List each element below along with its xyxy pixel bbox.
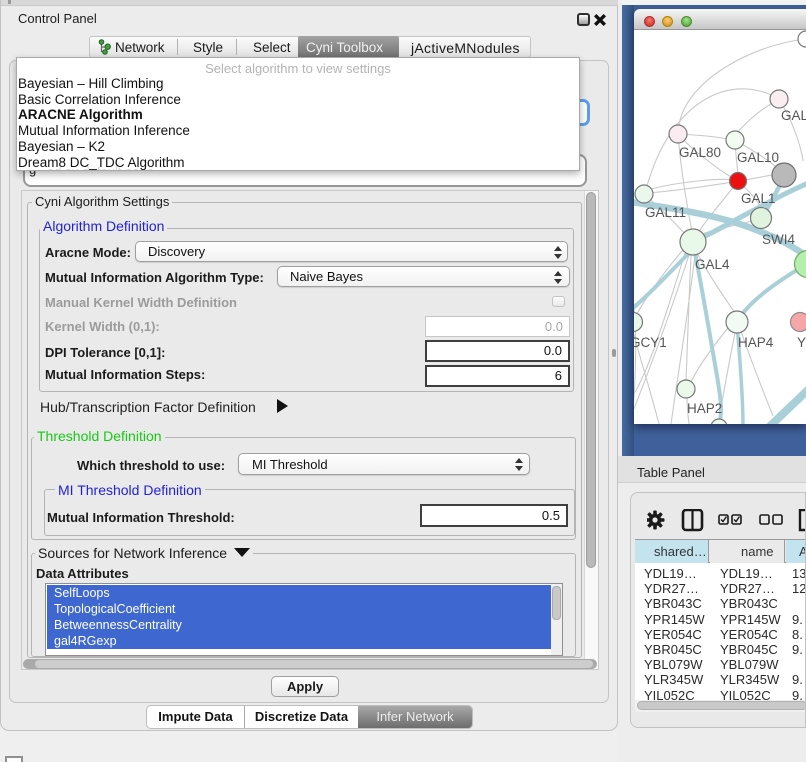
svg-text:SWI4: SWI4 — [762, 232, 795, 247]
svg-text:GAL10: GAL10 — [737, 150, 779, 165]
svg-text:GAL80: GAL80 — [781, 108, 806, 123]
svg-text:GAL80: GAL80 — [679, 145, 721, 160]
svg-text:Y: Y — [797, 335, 806, 350]
svg-text:GAL4: GAL4 — [695, 257, 730, 272]
svg-text:GAL1: GAL1 — [741, 191, 776, 206]
svg-text:HAP4: HAP4 — [738, 335, 774, 350]
svg-text:HAP2: HAP2 — [687, 401, 722, 416]
svg-text:GAL11: GAL11 — [645, 205, 686, 220]
svg-text:GCY1: GCY1 — [634, 335, 667, 350]
